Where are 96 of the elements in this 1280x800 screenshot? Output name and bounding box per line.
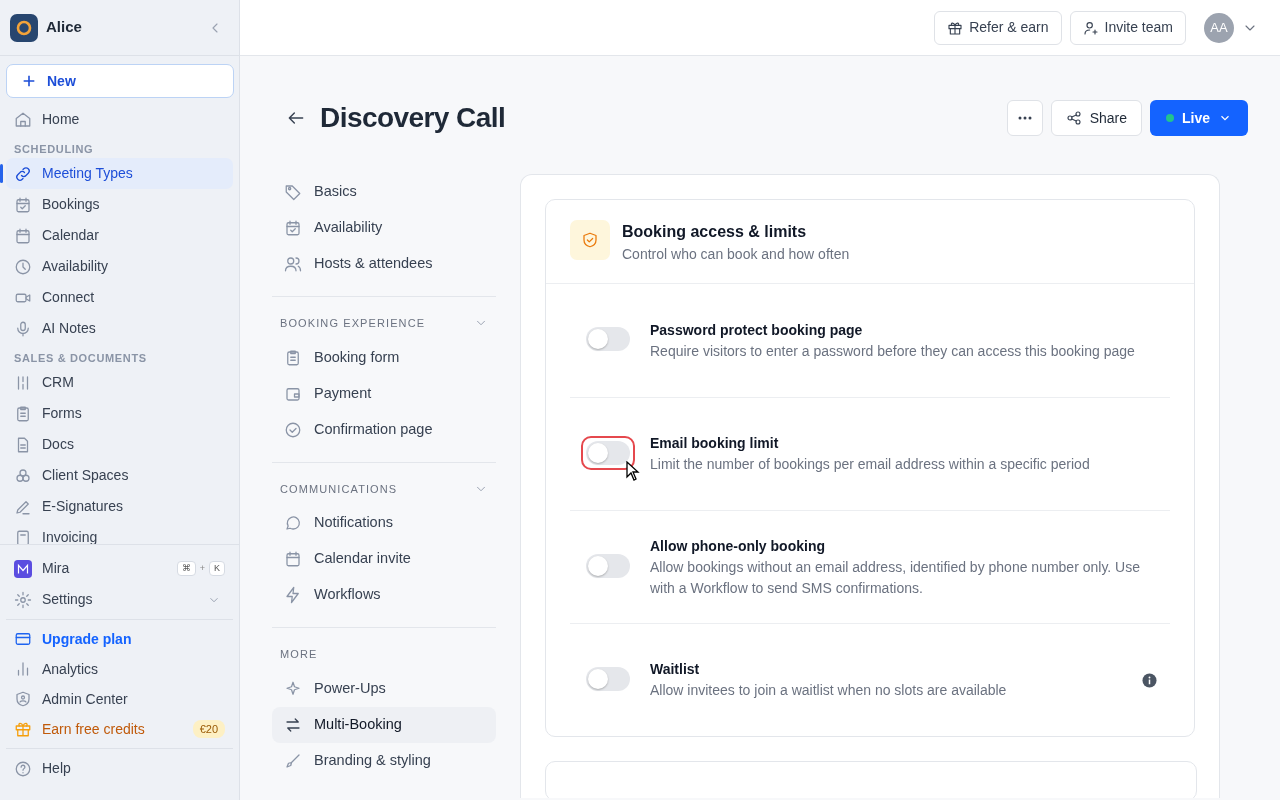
setting-title: Allow phone-only booking — [650, 536, 826, 556]
sidebar-item[interactable]: Invoicing — [6, 522, 233, 544]
clock-icon — [14, 257, 32, 276]
gift-icon — [14, 720, 32, 738]
section-heading: SALES & DOCUMENTS — [13, 351, 148, 366]
section-heading: SCHEDULING — [13, 142, 95, 157]
sidebar-item[interactable]: Home — [6, 104, 233, 135]
more-icon — [1017, 116, 1032, 120]
share-icon — [1065, 110, 1082, 126]
setting-description: Allow bookings without an email address, identified by phone number only. Use with a Workflow to send SMS confirmations. — [650, 557, 1142, 598]
sidebar-item[interactable]: Forms — [6, 398, 233, 429]
settings-nav-item[interactable]: Booking form — [272, 339, 496, 376]
sidebar-item[interactable]: Bookings — [6, 189, 233, 220]
receipt-icon — [14, 528, 32, 544]
sidebar-link[interactable]: Earn free credits €20 — [6, 714, 233, 744]
tag-icon — [284, 183, 302, 201]
shortcut-key: ⌘ — [176, 560, 196, 577]
shield-user-icon — [14, 690, 32, 708]
sidebar-item[interactable]: Calendar — [6, 220, 233, 251]
link-icon — [14, 164, 32, 183]
workspace-name: Alice — [46, 17, 82, 38]
swap-arrows-icon — [284, 715, 302, 734]
sidebar-item[interactable]: CRM — [6, 367, 233, 398]
plus-sign: + — [199, 561, 205, 575]
group-heading: COMMUNICATIONS — [280, 481, 398, 497]
settings-nav-item[interactable]: Basics — [272, 174, 496, 210]
settings-nav-item[interactable]: Notifications — [272, 505, 496, 541]
add-user-icon — [1082, 19, 1099, 36]
toggle-switch[interactable] — [586, 666, 630, 691]
status-button[interactable]: Live — [1150, 100, 1248, 136]
sidebar-item[interactable]: Docs — [6, 429, 233, 460]
sidebar-link[interactable]: Analytics — [6, 654, 233, 684]
settings-nav-item[interactable]: Confirmation page — [272, 411, 496, 448]
group-heading: MORE — [280, 647, 318, 662]
calendar-check-icon — [14, 195, 32, 214]
shortcut-key: K — [209, 560, 225, 577]
topbar-button[interactable]: Invite team — [1069, 10, 1186, 45]
settings-nav-item[interactable]: Power-Ups — [272, 670, 496, 707]
microphone-icon — [14, 319, 32, 338]
check-circle-icon — [284, 420, 302, 439]
mouse-pointer-icon — [626, 460, 640, 481]
info-icon[interactable] — [1142, 672, 1157, 688]
settings-nav-item[interactable]: Calendar invite — [272, 541, 496, 577]
card-subtitle: Control who can book and how often — [622, 245, 850, 264]
toggle-switch[interactable] — [586, 553, 630, 578]
lightning-icon — [284, 586, 302, 604]
more-button[interactable] — [1006, 100, 1043, 136]
calendar-clock-icon — [284, 219, 302, 237]
plus-icon — [21, 73, 37, 89]
settings-nav-item[interactable]: Multi-Booking — [272, 706, 496, 743]
gift-icon — [947, 19, 964, 36]
sidebar-item[interactable]: E-Signatures — [6, 491, 233, 522]
new-button[interactable]: New — [6, 64, 234, 98]
settings-nav-item[interactable]: Availability — [272, 210, 496, 246]
share-button[interactable]: Share — [1050, 100, 1142, 136]
calendar-icon — [14, 226, 32, 245]
page-title: Discovery Call — [320, 101, 506, 135]
calendar-icon — [284, 550, 302, 568]
settings-nav-item[interactable]: Workflows — [272, 577, 496, 613]
chat-icon — [284, 514, 302, 532]
sidebar-item[interactable]: AI Notes — [6, 313, 233, 344]
home-icon — [14, 110, 32, 129]
sidebar-link[interactable]: Upgrade plan — [6, 624, 233, 654]
setting-description: Require visitors to enter a password before they can access this booking page — [650, 341, 1136, 361]
assistant-item[interactable]: Mira ⌘ + K — [6, 553, 233, 584]
sparkle-icon — [284, 679, 302, 698]
setting-title: Password protect booking page — [650, 320, 864, 340]
setting-title: Email booking limit — [650, 434, 780, 453]
group-heading: BOOKING EXPERIENCE — [280, 316, 426, 331]
sidebar-link[interactable]: Admin Center — [6, 684, 233, 714]
card-title: Booking access & limits — [622, 222, 808, 242]
setting-description: Limit the number of bookings per email address within a specific period — [650, 455, 1091, 474]
sidebar-item[interactable]: Client Spaces — [6, 460, 233, 491]
sidebar-item[interactable]: Availability — [6, 251, 233, 282]
clipboard-icon — [284, 348, 302, 367]
users-icon — [284, 255, 302, 273]
clipboard-icon — [14, 404, 32, 423]
settings-icon — [14, 590, 32, 609]
help-item[interactable]: Help — [6, 753, 233, 784]
shield-icon — [581, 231, 599, 249]
card-icon — [14, 630, 32, 648]
setting-description: Allow invitees to join a waitlist when no slots are available — [650, 681, 1008, 700]
setting-title: Waitlist — [650, 660, 701, 679]
circles-icon — [14, 466, 32, 485]
workspace-logo — [10, 13, 38, 42]
toggle-switch[interactable] — [586, 327, 630, 351]
settings-nav-item[interactable]: Branding & styling — [272, 742, 496, 779]
help-icon — [14, 759, 32, 778]
credit-badge: €20 — [192, 719, 225, 739]
settings-nav-item[interactable]: Hosts & attendees — [272, 246, 496, 282]
topbar-button[interactable]: Refer & earn — [934, 10, 1062, 45]
status-dot — [1166, 114, 1174, 122]
sidebar-item[interactable]: Connect — [6, 282, 233, 313]
assistant-logo — [14, 559, 32, 578]
settings-item[interactable]: Settings — [6, 584, 233, 615]
settings-nav-item[interactable]: Payment — [272, 375, 496, 412]
